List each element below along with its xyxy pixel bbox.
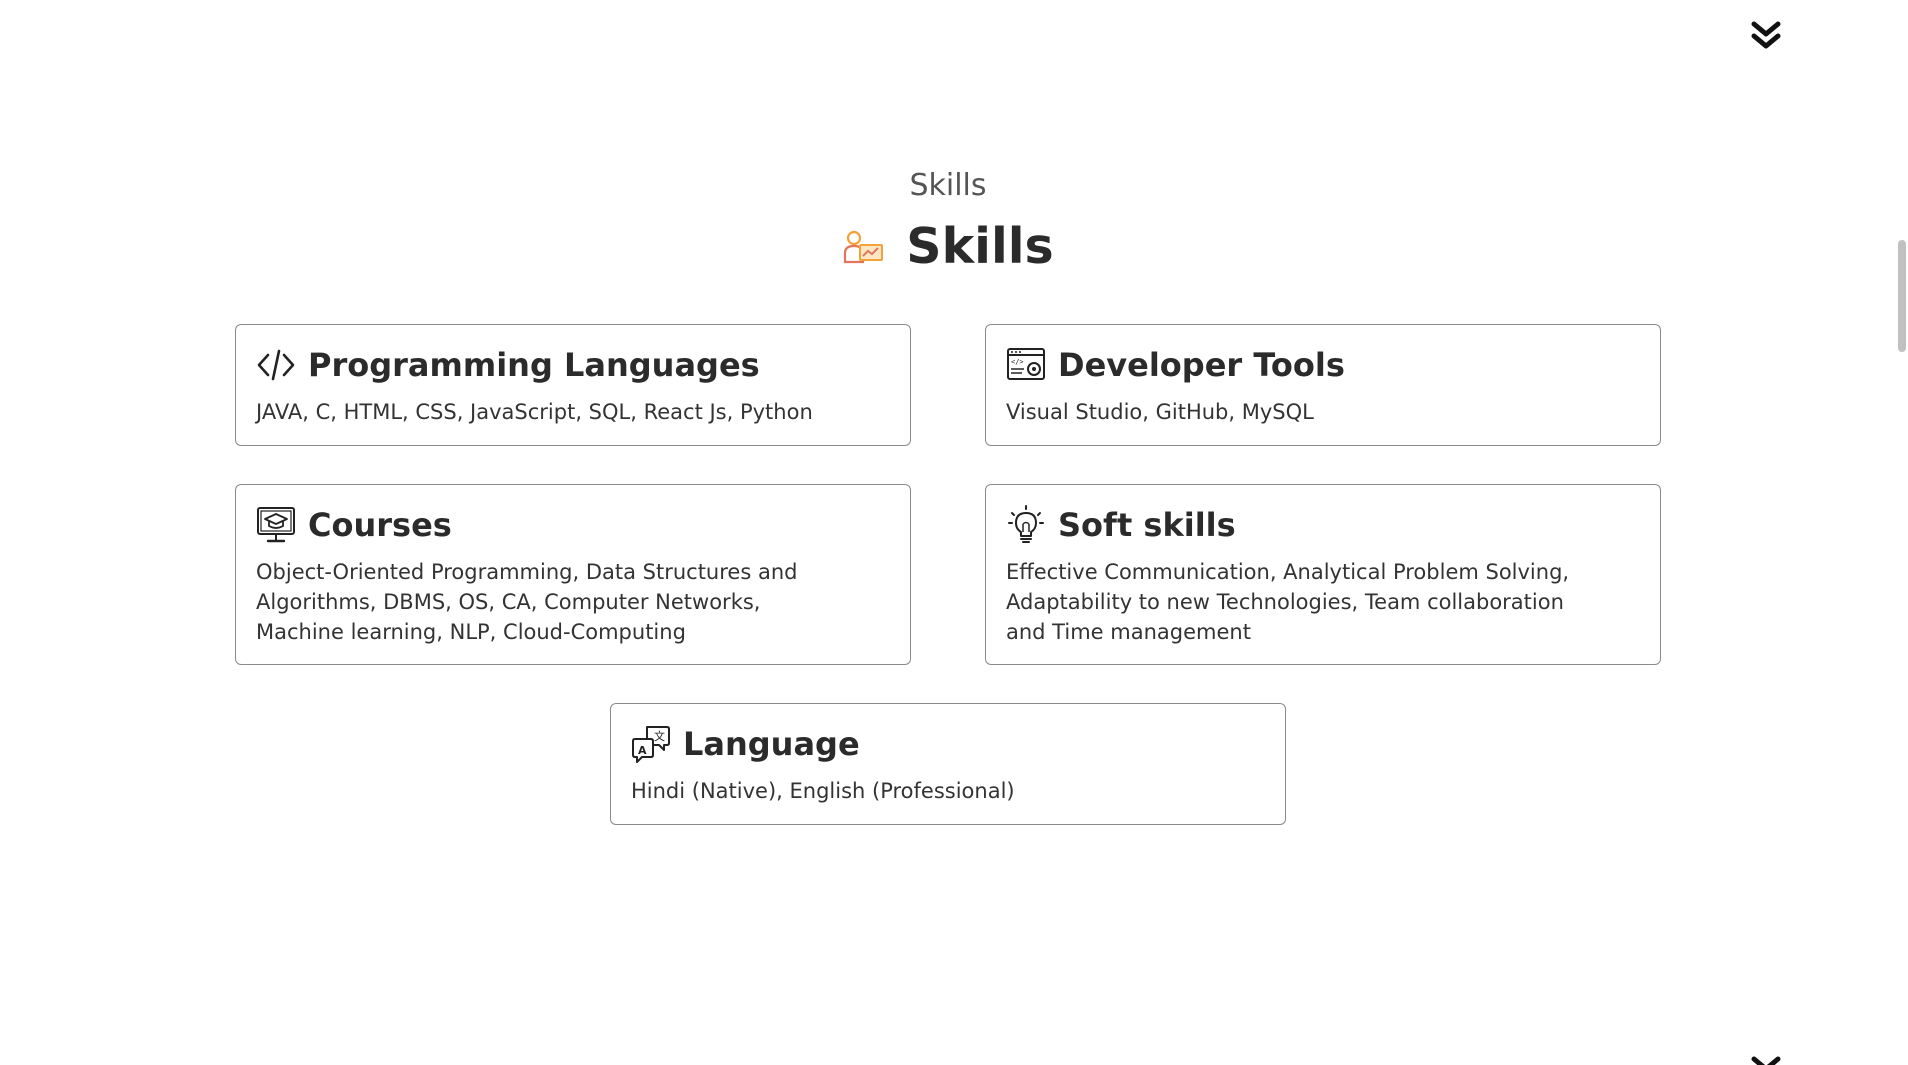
card-title: Courses xyxy=(308,506,452,544)
skill-card-courses[interactable]: Courses Object-Oriented Programming, Dat… xyxy=(235,484,911,665)
skill-card-soft-skills[interactable]: Soft skills Effective Communication, Ana… xyxy=(985,484,1661,665)
dev-tools-icon: </> xyxy=(1007,348,1045,380)
double-chevron-down-icon xyxy=(1751,21,1781,49)
card-text: Effective Communication, Analytical Prob… xyxy=(1006,560,1570,644)
skill-card-programming-languages[interactable]: Programming Languages JAVA, C, HTML, CSS… xyxy=(235,324,911,446)
lightbulb-icon xyxy=(1008,505,1044,543)
page: Skills Skills Programming Languages JAVA… xyxy=(0,0,1908,1065)
double-chevron-down-icon xyxy=(1751,1056,1781,1065)
skills-person-icon xyxy=(844,230,884,263)
card-text: JAVA, C, HTML, CSS, JavaScript, SQL, Rea… xyxy=(256,400,813,424)
scrollbar-thumb[interactable] xyxy=(1898,240,1906,352)
scroll-down-button[interactable] xyxy=(1748,20,1784,52)
skill-card-language[interactable]: A 文 Language Hindi (Native), English (Pr… xyxy=(610,703,1286,825)
scrollbar[interactable] xyxy=(1896,0,1908,1065)
svg-text:A: A xyxy=(638,744,647,757)
svg-text:文: 文 xyxy=(654,729,665,743)
translate-icon: A 文 xyxy=(632,726,670,763)
section-title: Skills xyxy=(0,218,1896,275)
svg-text:</>: </> xyxy=(1011,358,1024,366)
card-title: Developer Tools xyxy=(1058,346,1345,384)
card-title: Programming Languages xyxy=(308,346,760,384)
section-title-text: Skills xyxy=(906,218,1054,275)
graduation-monitor-icon xyxy=(257,507,295,543)
card-text: Object-Oriented Programming, Data Struct… xyxy=(256,560,798,644)
card-title: Language xyxy=(683,725,860,763)
next-section-button[interactable] xyxy=(1748,1055,1784,1065)
card-text: Hindi (Native), English (Professional) xyxy=(631,779,1015,803)
skill-card-developer-tools[interactable]: </> Developer Tools Visual Studio, GitHu… xyxy=(985,324,1661,446)
card-title: Soft skills xyxy=(1058,506,1236,544)
card-text: Visual Studio, GitHub, MySQL xyxy=(1006,400,1314,424)
code-icon xyxy=(257,349,295,381)
section-subtitle: Skills xyxy=(909,168,987,203)
